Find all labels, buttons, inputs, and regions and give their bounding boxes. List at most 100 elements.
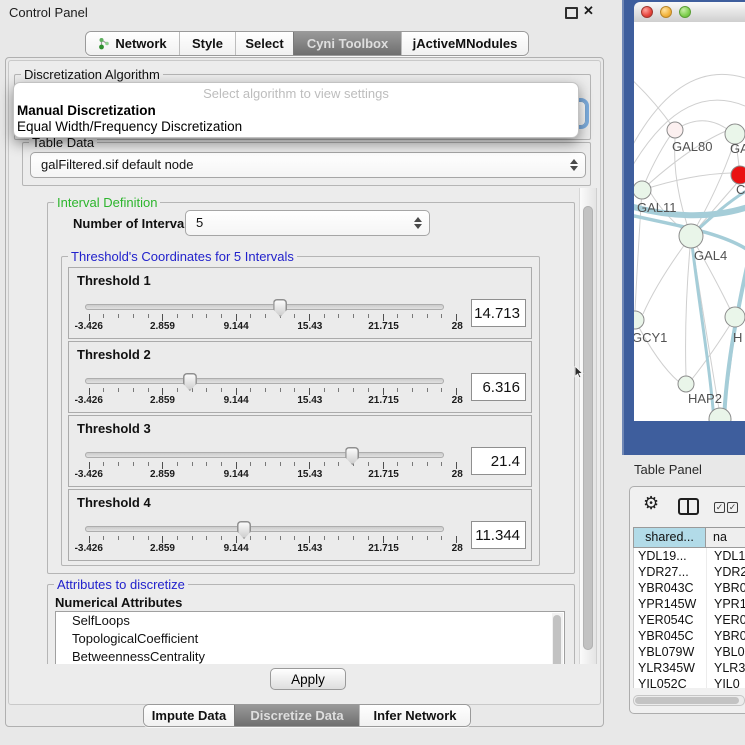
cell-name[interactable]: YBR0 — [707, 580, 745, 596]
cell-shared-name[interactable]: YER054C — [634, 612, 707, 628]
table-row[interactable]: YBL079WYBL0 — [634, 644, 745, 660]
cell-name[interactable]: YBL0 — [707, 644, 745, 660]
tick-label: 21.715 — [368, 321, 399, 332]
cell-name[interactable]: YDL1 — [707, 548, 745, 564]
threshold-slider[interactable]: -3.4262.8599.14415.4321.71528 — [85, 299, 461, 333]
tab-infer-network[interactable]: Infer Network — [359, 705, 470, 726]
checked-checkbox-icon[interactable] — [714, 502, 725, 513]
table-row[interactable]: YBR045CYBR0 — [634, 628, 745, 644]
cell-shared-name[interactable]: YDL19... — [634, 548, 707, 564]
tab-style[interactable]: Style — [179, 32, 235, 55]
network-window-titlebar[interactable] — [634, 2, 745, 23]
attribute-list-item[interactable]: BetweennessCentrality — [56, 648, 564, 664]
attribute-list-item[interactable]: SelfLoops — [56, 612, 564, 630]
cell-shared-name[interactable]: YBR043C — [634, 580, 707, 596]
cell-name[interactable]: YIL0 — [707, 676, 745, 688]
cell-shared-name[interactable]: YBL079W — [634, 644, 707, 660]
dropdown-option-manual[interactable]: Manual Discretization — [17, 103, 156, 118]
cell-name[interactable]: YBR0 — [707, 628, 745, 644]
app-root: Control Panel ✕ Network Style Select Cyn… — [0, 0, 745, 745]
network-edge[interactable] — [643, 236, 691, 314]
cell-shared-name[interactable]: YBR045C — [634, 628, 707, 644]
network-node[interactable] — [634, 181, 651, 199]
gear-icon[interactable]: ⚙ — [643, 494, 659, 512]
cell-shared-name[interactable]: YPR145W — [634, 596, 707, 612]
numerical-attributes-list[interactable]: SelfLoopsTopologicalCoefficientBetweenne… — [55, 611, 565, 664]
attributes-list-scrollbar[interactable] — [552, 613, 563, 664]
network-node[interactable] — [678, 376, 694, 392]
network-node-label: GAL11 — [637, 200, 677, 215]
threshold-slider[interactable]: -3.4262.8599.14415.4321.71528 — [85, 373, 461, 407]
network-canvas[interactable]: GAL80GACGAL11GAL4GCY1HHAP2 — [634, 22, 745, 421]
settings-scrollbar[interactable] — [579, 188, 597, 664]
combo-stepper-icon — [570, 159, 578, 171]
dropdown-option-equal-width[interactable]: Equal Width/Frequency Discretization — [17, 119, 242, 134]
column-header-name[interactable]: na — [706, 527, 745, 548]
attribute-list-item[interactable]: TopologicalCoefficient — [56, 630, 564, 648]
tab-jactivemnodules[interactable]: jActiveMNodules — [401, 32, 528, 55]
threshold-slider[interactable]: -3.4262.8599.14415.4321.71528 — [85, 521, 461, 555]
network-edge[interactable] — [634, 78, 675, 130]
network-node[interactable] — [679, 224, 703, 248]
threshold-slider[interactable]: -3.4262.8599.14415.4321.71528 — [85, 447, 461, 481]
threshold-panel: Threshold 3-3.4262.8599.14415.4321.71528… — [68, 415, 532, 487]
threshold-value-field[interactable]: 14.713 — [471, 299, 526, 327]
table-row[interactable]: YER054CYER0 — [634, 612, 745, 628]
network-node[interactable] — [667, 122, 683, 138]
columns-icon[interactable] — [678, 498, 699, 515]
zoom-traffic-light-icon[interactable] — [679, 6, 691, 18]
apply-button[interactable]: Apply — [270, 668, 346, 690]
tick-label: 28 — [452, 395, 463, 406]
table-data-combobox[interactable]: galFiltered.sif default node — [30, 152, 586, 178]
threshold-label: Threshold 4 — [77, 495, 151, 510]
minimize-traffic-light-icon[interactable] — [660, 6, 672, 18]
network-node-label: HAP2 — [688, 391, 722, 406]
number-of-intervals-value: 5 — [186, 211, 429, 235]
table-row[interactable]: YDL19...YDL1 — [634, 548, 745, 564]
cell-name[interactable]: YLR3 — [707, 660, 745, 676]
tab-impute-data[interactable]: Impute Data — [144, 705, 234, 726]
checked-checkbox-icon[interactable] — [727, 502, 738, 513]
tick-label: 9.144 — [224, 543, 249, 554]
table-row[interactable]: YIL052CYIL0 — [634, 676, 745, 688]
discretization-algorithm-group-title: Discretization Algorithm — [21, 68, 163, 82]
table-row[interactable]: YPR145WYPR1 — [634, 596, 745, 612]
tab-discretize-data[interactable]: Discretize Data — [234, 705, 359, 726]
tab-select[interactable]: Select — [235, 32, 293, 55]
tick-label: 21.715 — [368, 395, 399, 406]
close-traffic-light-icon[interactable] — [641, 6, 653, 18]
cell-name[interactable]: YDR2 — [707, 564, 745, 580]
network-node[interactable] — [725, 307, 745, 327]
cell-shared-name[interactable]: YLR345W — [634, 660, 707, 676]
cell-shared-name[interactable]: YDR27... — [634, 564, 707, 580]
network-node[interactable] — [634, 311, 644, 329]
table-row[interactable]: YBR043CYBR0 — [634, 580, 745, 596]
threshold-value-field[interactable]: 6.316 — [471, 373, 526, 401]
network-node-label: C — [736, 182, 745, 197]
scrollbar-thumb[interactable] — [553, 615, 561, 664]
tick-label: 15.43 — [297, 321, 322, 332]
scrollbar-thumb[interactable] — [583, 206, 593, 650]
network-edge[interactable] — [691, 143, 734, 236]
table-horizontal-scrollbar[interactable] — [633, 695, 745, 706]
table-row[interactable]: YLR345WYLR3 — [634, 660, 745, 676]
table-row[interactable]: YDR27...YDR2 — [634, 564, 745, 580]
number-of-intervals-combobox[interactable]: 5 — [185, 210, 430, 236]
scrollbar-thumb[interactable] — [635, 697, 739, 704]
threshold-value-field[interactable]: 21.4 — [471, 447, 526, 475]
network-edge[interactable] — [642, 173, 731, 190]
network-edge[interactable] — [686, 236, 691, 376]
close-icon[interactable]: ✕ — [583, 3, 594, 19]
column-header-shared-name[interactable]: shared... — [633, 527, 706, 548]
cell-name[interactable]: YER0 — [707, 612, 745, 628]
network-node-label: GAL4 — [694, 248, 727, 263]
threshold-value-field[interactable]: 11.344 — [471, 521, 526, 549]
tab-network[interactable]: Network — [86, 32, 179, 55]
tick-label: 28 — [452, 321, 463, 332]
dropdown-hint: Select algorithm to view settings — [14, 86, 578, 101]
float-window-icon[interactable] — [565, 7, 578, 19]
tab-cyni-toolbox[interactable]: Cyni Toolbox — [293, 32, 401, 55]
cell-name[interactable]: YPR1 — [707, 596, 745, 612]
table-data-group-title: Table Data — [29, 136, 97, 150]
cell-shared-name[interactable]: YIL052C — [634, 676, 707, 688]
